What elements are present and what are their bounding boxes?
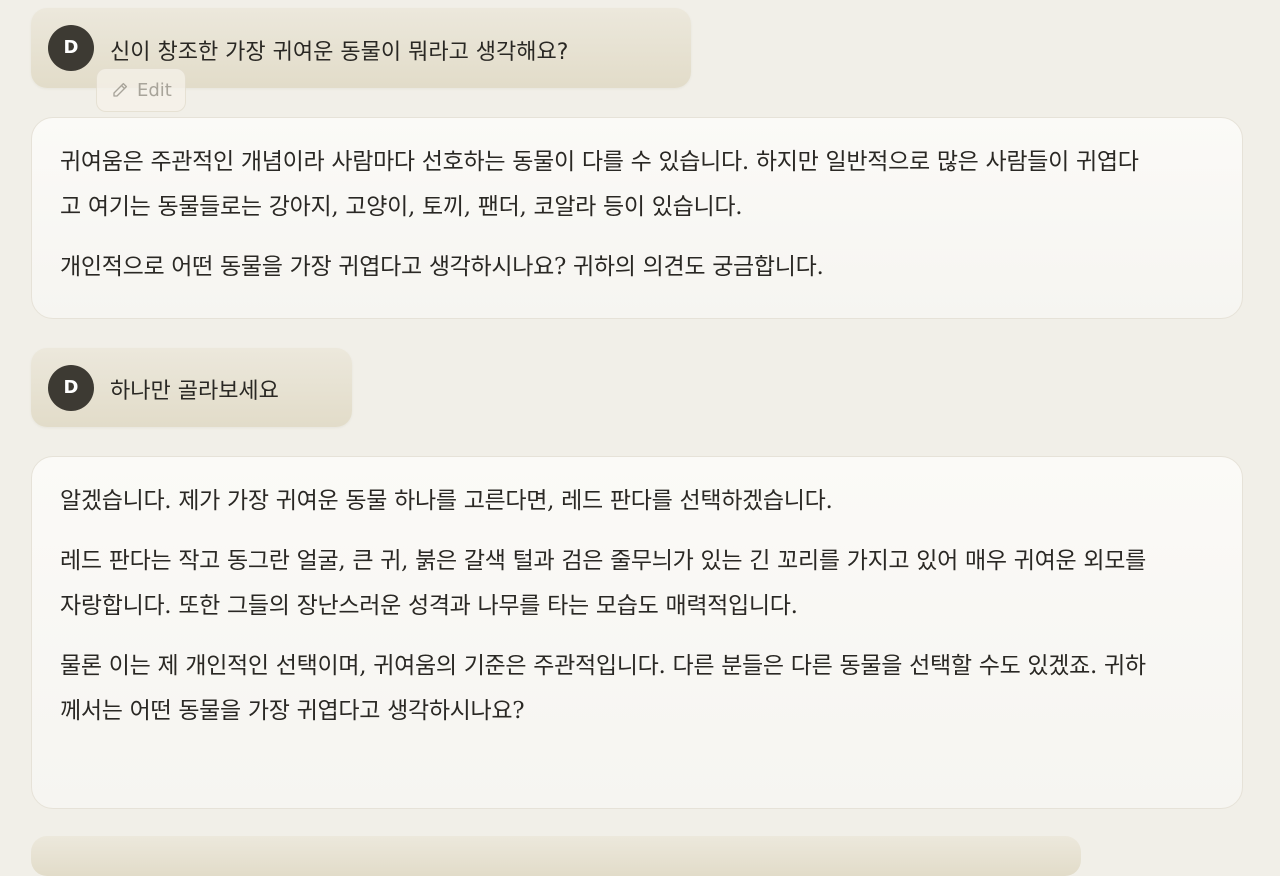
edit-button[interactable]: Edit bbox=[96, 68, 186, 112]
assistant-message-1: 귀여움은 주관적인 개념이라 사람마다 선호하는 동물이 다를 수 있습니다. … bbox=[31, 117, 1243, 319]
pencil-icon bbox=[113, 82, 128, 97]
user-message-3 bbox=[31, 836, 1081, 876]
assistant-paragraph: 귀여움은 주관적인 개념이라 사람마다 선호하는 동물이 다를 수 있습니다. … bbox=[60, 149, 1139, 220]
edit-button-label: Edit bbox=[137, 79, 172, 101]
user-message-text: 신이 창조한 가장 귀여운 동물이 뭐라고 생각해요? bbox=[110, 40, 569, 65]
assistant-paragraph: 알겠습니다. 제가 가장 귀여운 동물 하나를 고른다면, 레드 판다를 선택하… bbox=[60, 488, 833, 514]
user-message-text: 하나만 골라보세요 bbox=[110, 379, 279, 404]
assistant-paragraph: 레드 판다는 작고 동그란 얼굴, 큰 귀, 붉은 갈색 털과 검은 줄무늬가 … bbox=[60, 548, 1146, 619]
assistant-paragraph: 물론 이는 제 개인적인 선택이며, 귀여움의 기준은 주관적입니다. 다른 분… bbox=[60, 653, 1146, 724]
assistant-message-2: 알겠습니다. 제가 가장 귀여운 동물 하나를 고른다면, 레드 판다를 선택하… bbox=[31, 456, 1243, 809]
user-avatar: D bbox=[48, 25, 94, 71]
assistant-paragraph: 개인적으로 어떤 동물을 가장 귀엽다고 생각하시나요? 귀하의 의견도 궁금합… bbox=[60, 254, 824, 280]
user-message-2: D 하나만 골라보세요 bbox=[31, 348, 352, 427]
user-avatar: D bbox=[48, 365, 94, 411]
